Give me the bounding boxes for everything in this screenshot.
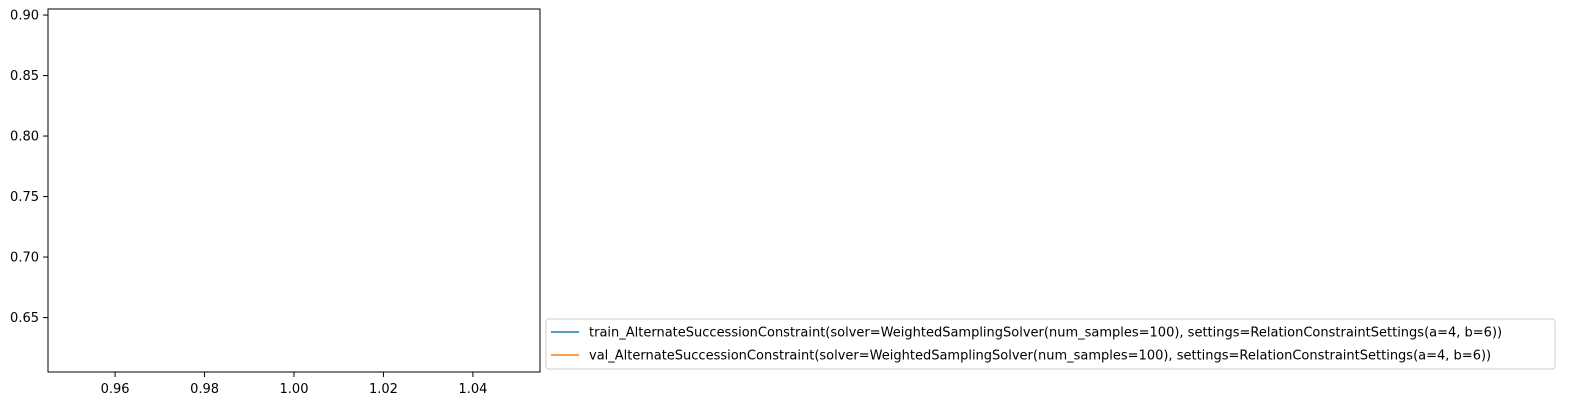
x-tick-label: 1.00: [280, 382, 309, 397]
legend-label-train: train_AlternateSuccessionConstraint(solv…: [589, 326, 1502, 341]
x-tick-label: 1.04: [458, 382, 487, 397]
y-tick-label: 0.90: [10, 9, 39, 24]
x-tick-label: 0.98: [190, 382, 219, 397]
y-tick-label: 0.70: [10, 251, 39, 266]
y-tick-label: 0.75: [10, 190, 39, 205]
y-tick-label: 0.85: [10, 69, 39, 84]
y-tick-label: 0.80: [10, 130, 39, 145]
chart-figure: 0.96 0.98 1.00 1.02 1.04 0.65 0.70 0.75 0.80 0.8…: [0, 0, 1588, 413]
x-tick-label: 0.96: [101, 382, 130, 397]
legend-label-val: val_AlternateSuccessionConstraint(solver…: [589, 349, 1491, 364]
legend: train_AlternateSuccessionConstraint(solv…: [545, 318, 1556, 370]
x-tick-label: 1.02: [369, 382, 398, 397]
y-tick-label: 0.65: [10, 311, 39, 326]
